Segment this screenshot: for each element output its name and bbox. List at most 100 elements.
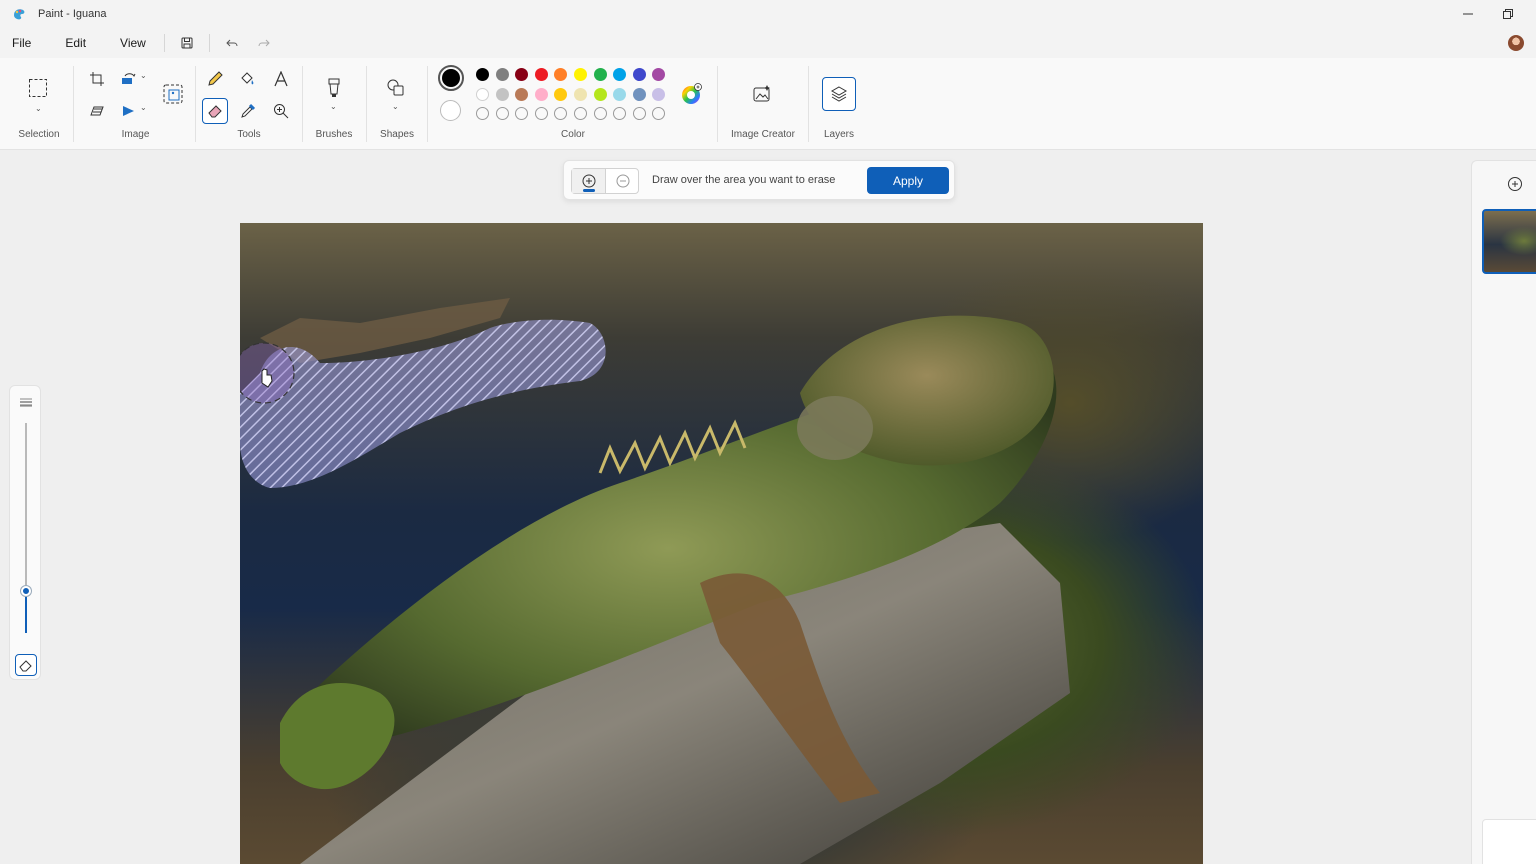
eraser-button[interactable]: [202, 98, 228, 124]
custom-color-slot[interactable]: [476, 107, 489, 120]
chevron-down-icon[interactable]: ⌄: [35, 104, 42, 113]
title-bar: Paint - Iguana: [0, 0, 1536, 28]
color-swatch[interactable]: [632, 87, 646, 101]
remove-area-button[interactable]: [606, 169, 640, 193]
menu-view[interactable]: View: [108, 28, 158, 58]
ribbon-divider: [808, 66, 809, 142]
chevron-down-icon[interactable]: ⌄: [330, 102, 337, 111]
image-canvas-button[interactable]: [160, 81, 186, 107]
text-icon: [274, 71, 288, 87]
fill-button[interactable]: [235, 66, 261, 92]
custom-color-slot[interactable]: [632, 107, 646, 120]
redo-button[interactable]: [248, 28, 280, 58]
color-swatch[interactable]: [554, 68, 568, 81]
flip-button[interactable]: [116, 98, 142, 124]
color-swatch[interactable]: [534, 87, 548, 101]
color-swatch[interactable]: [495, 68, 509, 81]
shapes-group-label: Shapes: [380, 129, 414, 140]
color-swatch[interactable]: [534, 68, 548, 81]
apply-button[interactable]: Apply: [867, 167, 949, 194]
color-swatch[interactable]: [613, 68, 627, 81]
brush-size-slider-thumb[interactable]: [21, 586, 31, 596]
custom-color-slot[interactable]: [515, 107, 529, 120]
fill-bucket-icon: [241, 72, 254, 85]
secondary-color-swatch[interactable]: [440, 100, 461, 121]
edit-colors-icon[interactable]: [680, 83, 702, 105]
custom-color-slot[interactable]: [574, 107, 587, 120]
color-picker-button[interactable]: [235, 98, 261, 124]
image-resize-icon: [163, 84, 183, 104]
custom-color-slot[interactable]: [534, 107, 548, 120]
brushes-group-label: Brushes: [315, 129, 353, 140]
save-button[interactable]: [171, 28, 203, 58]
menu-divider: [163, 34, 165, 52]
crop-button[interactable]: [84, 66, 110, 92]
magnifier-button[interactable]: [268, 98, 294, 124]
layers-icon: [830, 86, 848, 102]
layer-thumbnail[interactable]: [1482, 209, 1536, 274]
paint-app-icon: [14, 9, 25, 20]
color-swatch[interactable]: [476, 68, 489, 81]
erase-hint-text: Draw over the area you want to erase: [652, 174, 836, 186]
rectangle-select-icon: [29, 79, 47, 97]
image-creator-button[interactable]: [749, 81, 775, 107]
custom-color-slot[interactable]: [652, 107, 666, 120]
color-swatch[interactable]: [593, 68, 607, 81]
custom-color-slot[interactable]: [495, 107, 509, 120]
color-swatch[interactable]: [574, 87, 587, 101]
pencil-icon: [208, 71, 223, 86]
restore-icon: [1503, 9, 1513, 19]
ribbon: ⌄ Selection ⌄ ⌄ Image Tools ⌄ Brushes ⌄ …: [0, 58, 1536, 150]
color-swatch[interactable]: [632, 68, 646, 81]
selection-group-label: Selection: [18, 129, 60, 140]
color-swatch[interactable]: [652, 87, 666, 101]
menu-edit[interactable]: Edit: [53, 28, 98, 58]
chevron-down-icon[interactable]: ⌄: [392, 102, 399, 111]
text-button[interactable]: [268, 66, 294, 92]
ribbon-divider: [195, 66, 196, 142]
resize-skew-icon: [90, 106, 104, 116]
menu-file[interactable]: File: [0, 28, 43, 58]
color-swatch[interactable]: [515, 87, 529, 101]
brushes-button[interactable]: [321, 75, 347, 101]
rotate-button[interactable]: [116, 66, 142, 92]
selection-button[interactable]: [25, 75, 51, 101]
flip-icon: [123, 106, 134, 116]
custom-color-slot[interactable]: [554, 107, 568, 120]
crop-icon: [90, 72, 104, 86]
tools-group-label: Tools: [237, 129, 261, 140]
eyedropper-icon: [241, 103, 256, 118]
ribbon-divider: [302, 66, 303, 142]
primary-color-swatch[interactable]: [438, 65, 464, 91]
layers-button[interactable]: [822, 77, 856, 111]
resize-button[interactable]: [84, 98, 110, 124]
chevron-down-icon[interactable]: ⌄: [140, 103, 147, 112]
color-swatch[interactable]: [476, 87, 489, 101]
color-swatch[interactable]: [613, 87, 627, 101]
undo-button[interactable]: [216, 28, 248, 58]
custom-color-slot[interactable]: [613, 107, 627, 120]
shapes-button[interactable]: [383, 75, 409, 101]
custom-color-slot[interactable]: [593, 107, 607, 120]
ribbon-divider: [366, 66, 367, 142]
eraser-mode-button[interactable]: [15, 654, 37, 676]
color-swatch[interactable]: [574, 68, 587, 81]
chevron-down-icon[interactable]: ⌄: [140, 71, 147, 80]
avatar[interactable]: [1508, 35, 1524, 51]
color-group: Color: [430, 58, 716, 150]
zoom-icon: [274, 104, 289, 119]
active-mode-indicator: [583, 189, 595, 192]
ribbon-divider: [73, 66, 74, 142]
erase-mode-toggle: [571, 168, 639, 194]
color-swatch[interactable]: [515, 68, 529, 81]
color-swatch[interactable]: [495, 87, 509, 101]
add-layer-icon[interactable]: [1507, 176, 1523, 192]
layers-group-label: Layers: [823, 129, 854, 140]
canvas-image[interactable]: [240, 223, 1203, 864]
color-swatch[interactable]: [652, 68, 666, 81]
brush-size-panel: [9, 385, 41, 680]
color-swatch[interactable]: [593, 87, 607, 101]
restore-button[interactable]: [1485, 0, 1531, 28]
pencil-button[interactable]: [202, 66, 228, 92]
color-swatch[interactable]: [554, 87, 568, 101]
